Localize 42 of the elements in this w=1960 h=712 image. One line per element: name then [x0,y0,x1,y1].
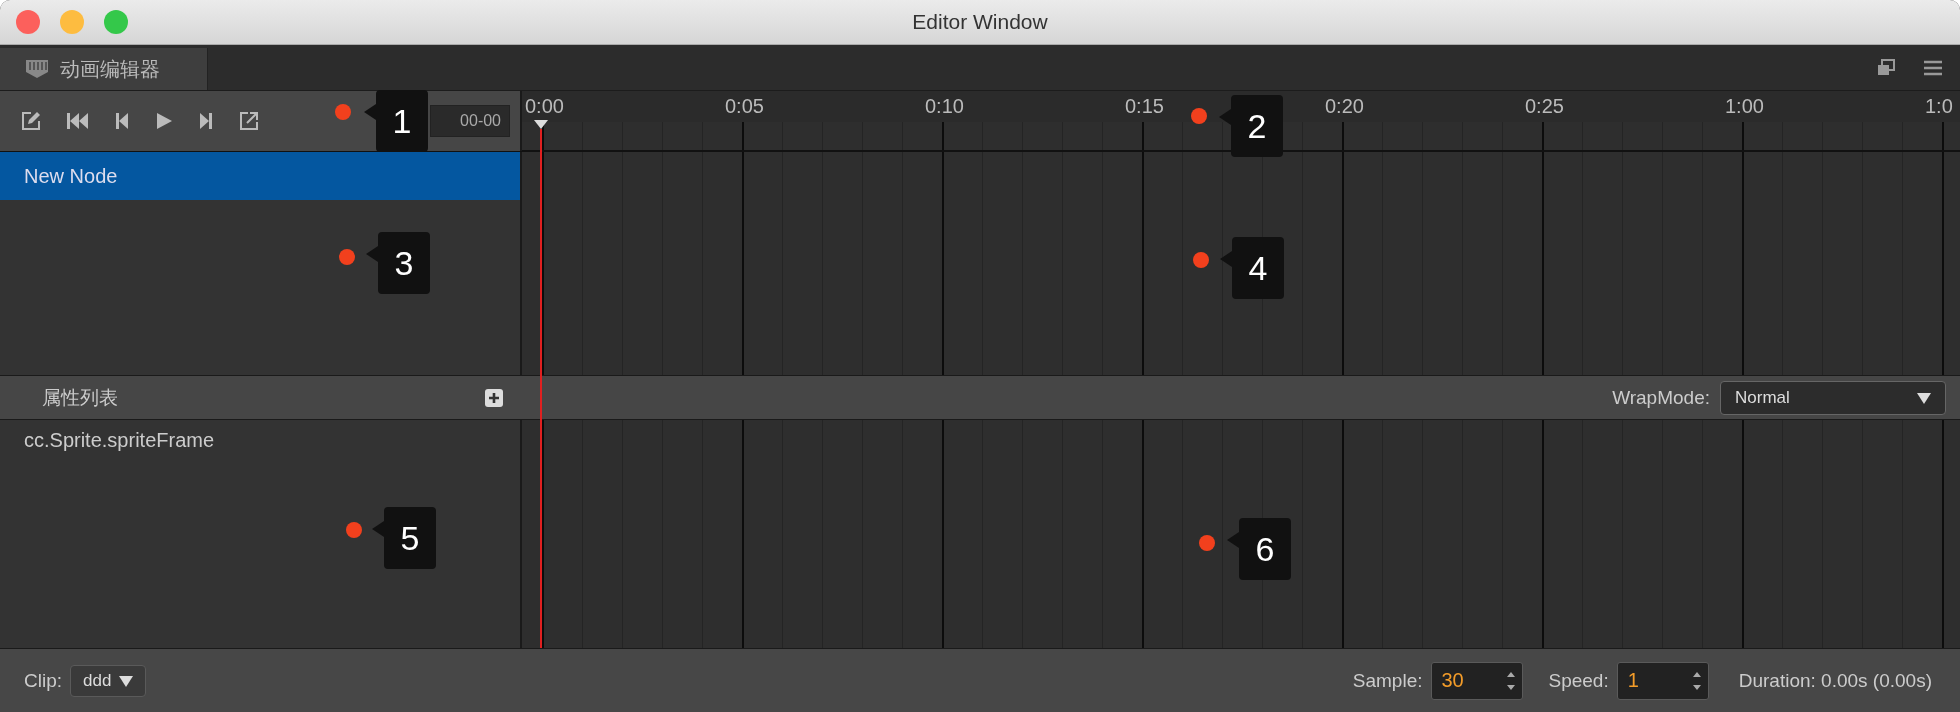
time-field[interactable]: 00-00 [430,105,510,137]
callout-label: 2 [1219,95,1283,157]
ruler-label: 0:05 [725,95,764,117]
ruler-label: 1:00 [1725,95,1764,117]
wrap-mode-label: WrapMode: [1612,386,1710,409]
ruler-label: 0:15 [1125,95,1164,117]
ruler-label: 0:10 [925,95,964,117]
skip-to-start-icon[interactable] [66,111,90,131]
step-forward-icon[interactable] [198,111,214,131]
edit-icon[interactable] [20,110,42,132]
caret-icon [1917,391,1931,404]
add-property-icon[interactable] [485,388,503,407]
clip-select[interactable]: ddd [70,664,147,697]
film-strip-icon [24,58,50,80]
caret-icon [119,674,134,687]
export-icon[interactable] [238,110,260,132]
ruler-label: 1:0 [1925,95,1953,117]
panel-tab[interactable]: 动画编辑器 [0,48,208,90]
callout-label: 4 [1220,237,1284,299]
property-item[interactable]: cc.Sprite.spriteFrame [0,420,520,460]
window-title: Editor Window [912,10,1048,34]
node-item[interactable]: New Node [0,152,520,200]
step-back-icon[interactable] [114,111,130,131]
callout-label: 1 [364,90,428,152]
sample-field[interactable]: 30 [1430,661,1523,700]
ruler-label: 0:20 [1325,95,1364,117]
speed-field[interactable]: 1 [1616,661,1709,700]
speed-label: Speed: [1548,669,1609,692]
property-list-title: 属性列表 [42,385,119,410]
callout-label: 5 [372,507,436,569]
menu-icon[interactable] [1922,58,1944,77]
wrap-mode-select[interactable]: Normal [1720,380,1946,415]
ruler-label: 0:00 [525,95,564,117]
playhead[interactable] [533,120,549,648]
play-icon[interactable] [154,111,174,131]
callout-label: 3 [366,232,430,294]
ruler-label: 0:25 [1525,95,1564,117]
callout-label: 6 [1227,518,1291,580]
sample-label: Sample: [1352,669,1423,692]
restore-window-icon[interactable] [1876,57,1896,78]
clip-label: Clip: [24,669,62,692]
duration-text: Duration: 0.00s (0.00s) [1738,669,1932,692]
